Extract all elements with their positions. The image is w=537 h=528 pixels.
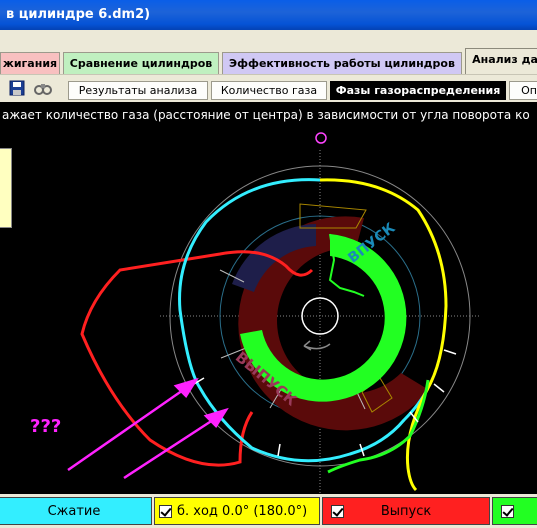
tab-cylinder-efficiency[interactable]: Эффективность работы цилиндров [222, 52, 462, 74]
window-title: в цилиндре 6.dm2) [0, 0, 537, 30]
sub-tab-strip: Результаты анализа Количество газа Фазы … [0, 74, 537, 102]
exhaust-toggle-label: Выпуск [380, 504, 432, 519]
save-icon[interactable] [8, 79, 26, 97]
compression-label: Сжатие [47, 504, 101, 519]
binoculars-icon[interactable] [34, 79, 52, 97]
tab-analysis[interactable]: Анализ да [465, 48, 537, 74]
intake-toggle[interactable] [492, 497, 537, 525]
side-panel [0, 148, 12, 228]
tab-valve-timing[interactable]: Фазы газораспределения [330, 81, 506, 100]
compression-toggle[interactable]: Сжатие [0, 497, 152, 525]
tab-cylinder-compare[interactable]: Сравнение цилиндров [63, 52, 219, 74]
rotation-arrow-head [303, 340, 312, 351]
phase-legend-bar: Сжатие б. ход 0.0° (180.0°) Выпуск [0, 494, 537, 528]
tab-options[interactable]: Оп [509, 81, 537, 100]
main-tab-strip: жигания Сравнение цилиндров Эффективност… [0, 30, 537, 74]
chart-description: ажает количество газа (расстояние от цен… [0, 104, 537, 126]
exhaust-toggle[interactable]: Выпуск [322, 497, 490, 525]
tab-ignition[interactable]: жигания [0, 52, 60, 74]
tab-analysis-results[interactable]: Результаты анализа [68, 81, 208, 100]
intake-checkbox[interactable] [501, 505, 514, 518]
tab-gas-quantity[interactable]: Количество газа [211, 81, 327, 100]
question-annotation: ??? [30, 416, 61, 437]
expansion-checkbox[interactable] [159, 505, 172, 518]
expansion-label: б. ход 0.0° (180.0°) [177, 504, 308, 519]
valve-timing-chart: ВПУСК ВЫПУСК ??? [30, 132, 480, 494]
expansion-toggle[interactable]: б. ход 0.0° (180.0°) [154, 497, 320, 525]
tdc-marker [315, 132, 327, 144]
exhaust-checkbox[interactable] [331, 505, 344, 518]
